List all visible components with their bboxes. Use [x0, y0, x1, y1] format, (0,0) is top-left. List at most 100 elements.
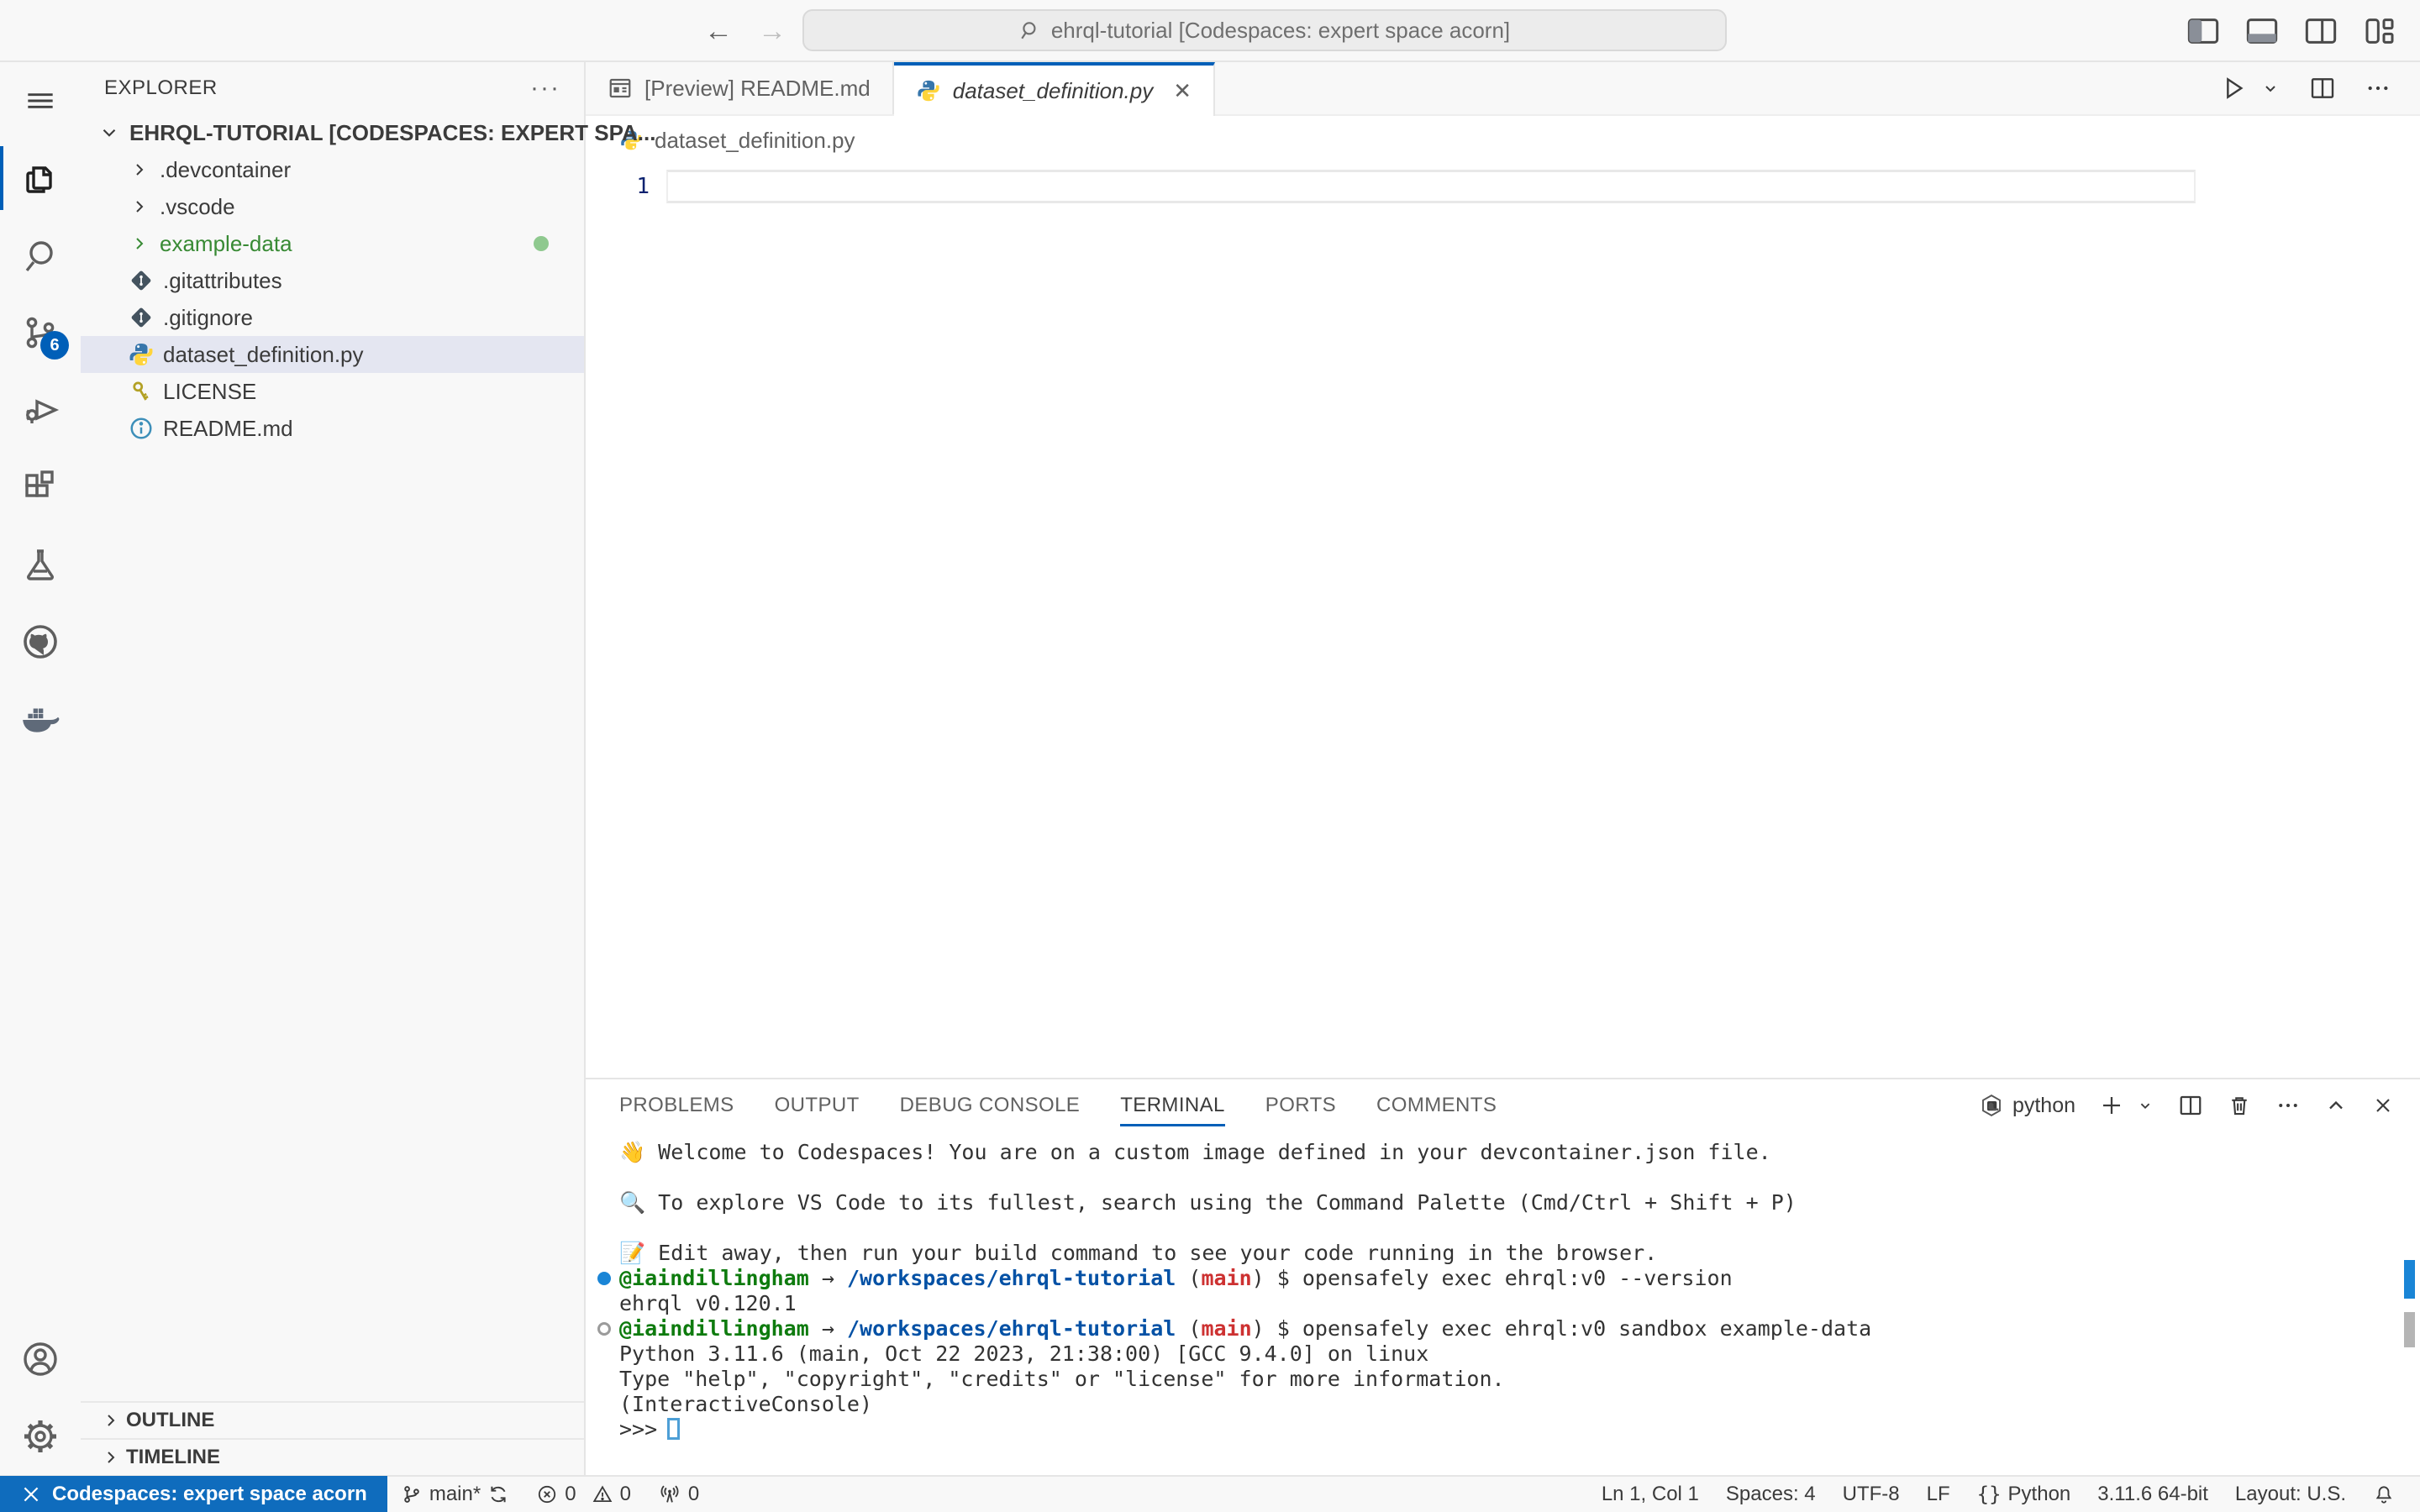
indentation-status[interactable]: Spaces: 4 — [1712, 1476, 1829, 1512]
terminal-dropdown-chevron-icon[interactable] — [2136, 1096, 2154, 1115]
run-file-icon[interactable] — [2220, 75, 2247, 102]
tree-item-devcontainer[interactable]: .devcontainer — [81, 151, 584, 188]
code-editor[interactable]: 1 — [586, 165, 2420, 1078]
radio-tower-icon — [658, 1483, 681, 1506]
history-back-icon[interactable]: ← — [704, 15, 733, 48]
command-running-dot — [597, 1322, 611, 1336]
panel-tab-terminal[interactable]: TERMINAL — [1120, 1079, 1225, 1131]
editor-tabs: [Preview] README.md dataset_definition.p… — [586, 62, 2420, 116]
window-title: ehrql-tutorial [Codespaces: expert space… — [1051, 18, 1510, 44]
editor-more-actions-icon[interactable] — [2365, 75, 2391, 102]
toggle-sidebar-icon[interactable] — [2186, 17, 2220, 45]
search-sidebar-icon[interactable] — [0, 217, 81, 294]
tab-dataset-definition[interactable]: dataset_definition.py ✕ — [894, 62, 1215, 116]
chevron-right-icon — [124, 197, 155, 217]
tree-item-example-data[interactable]: example-data — [81, 225, 584, 262]
terminal-shell-selector[interactable]: $_ python — [1979, 1093, 2075, 1118]
git-branch-status[interactable]: main* — [387, 1476, 523, 1512]
history-forward-icon[interactable]: → — [758, 15, 786, 48]
terminal-command-line: @iaindillingham → /workspaces/ehrql-tuto… — [619, 1266, 2420, 1291]
panel-more-actions-icon[interactable] — [2275, 1093, 2301, 1118]
terminal-line: Python 3.11.6 (main, Oct 22 2023, 21:38:… — [619, 1341, 2420, 1367]
cursor-position-status[interactable]: Ln 1, Col 1 — [1588, 1476, 1712, 1512]
run-dropdown-chevron-icon[interactable] — [2260, 78, 2281, 98]
command-success-dot — [597, 1272, 611, 1285]
menu-icon[interactable] — [0, 62, 81, 139]
branch-icon — [401, 1483, 423, 1505]
warning-icon — [592, 1483, 613, 1505]
terminal-scroll-command-decoration[interactable] — [2404, 1260, 2415, 1299]
tab-readme-preview[interactable]: [Preview] README.md — [586, 62, 894, 114]
toggle-panel-icon[interactable] — [2245, 17, 2279, 45]
breadcrumb[interactable]: dataset_definition.py — [586, 116, 2420, 165]
language-mode-status[interactable]: {} Python — [1964, 1476, 2085, 1512]
toggle-secondary-sidebar-icon[interactable] — [2304, 17, 2338, 45]
terminal-cursor — [667, 1418, 680, 1440]
panel-tab-comments[interactable]: COMMENTS — [1376, 1079, 1497, 1131]
sync-icon — [487, 1483, 509, 1505]
keyboard-layout-status[interactable]: Layout: U.S. — [2222, 1476, 2360, 1512]
notifications-bell[interactable] — [2360, 1476, 2408, 1512]
forwarded-ports-status[interactable]: 0 — [644, 1476, 713, 1512]
chevron-right-icon — [124, 160, 155, 180]
panel-tab-problems[interactable]: PROBLEMS — [619, 1079, 734, 1131]
source-control-icon[interactable]: 6 — [0, 294, 81, 371]
python-file-icon — [916, 78, 941, 103]
tree-item-license[interactable]: LICENSE — [81, 373, 584, 410]
terminal-scrollbar-thumb[interactable] — [2404, 1312, 2415, 1347]
chevron-right-icon — [96, 1447, 126, 1467]
problems-status[interactable]: 0 0 — [523, 1476, 644, 1512]
docker-icon[interactable] — [0, 680, 81, 758]
svg-text:$_: $_ — [1989, 1103, 1998, 1111]
chevron-right-icon — [96, 1410, 126, 1431]
tree-root[interactable]: EHRQL-TUTORIAL [CODESPACES: EXPERT SPA..… — [81, 114, 584, 151]
new-terminal-icon[interactable] — [2099, 1093, 2124, 1118]
tree-item-gitignore[interactable]: .gitignore — [81, 299, 584, 336]
python-interpreter-status[interactable]: 3.11.6 64-bit — [2084, 1476, 2222, 1512]
breadcrumb-filename: dataset_definition.py — [655, 128, 855, 154]
tree-item-readme[interactable]: README.md — [81, 410, 584, 447]
close-panel-icon[interactable] — [2371, 1094, 2395, 1117]
chevron-right-icon — [124, 234, 155, 254]
tree-item-dataset-definition[interactable]: dataset_definition.py — [81, 336, 584, 373]
split-editor-icon[interactable] — [2309, 75, 2336, 102]
command-center[interactable]: ehrql-tutorial [Codespaces: expert space… — [802, 9, 1727, 51]
bell-icon — [2373, 1483, 2395, 1505]
panel-tab-debug-console[interactable]: DEBUG CONSOLE — [900, 1079, 1081, 1131]
current-line-highlight — [666, 170, 2196, 203]
kill-terminal-icon[interactable] — [2227, 1093, 2252, 1118]
activity-bar: 6 — [0, 62, 81, 1475]
settings-gear-icon[interactable] — [0, 1398, 81, 1475]
terminal-line: 📝 Edit away, then run your build command… — [619, 1241, 2420, 1266]
status-bar: Codespaces: expert space acorn main* 0 0 — [0, 1475, 2420, 1512]
maximize-panel-icon[interactable] — [2324, 1094, 2348, 1117]
timeline-section[interactable]: TIMELINE — [81, 1438, 584, 1475]
close-tab-icon[interactable]: ✕ — [1173, 78, 1192, 104]
terminal-output[interactable]: 👋 Welcome to Codespaces! You are on a cu… — [586, 1131, 2420, 1475]
terminal-line: (InteractiveConsole) — [619, 1392, 2420, 1417]
panel-tab-output[interactable]: OUTPUT — [775, 1079, 860, 1131]
test-flask-icon[interactable] — [0, 526, 81, 603]
split-terminal-icon[interactable] — [2178, 1093, 2203, 1118]
vscode-window: ← → ehrql-tutorial [Codespaces: expert s… — [0, 0, 2420, 1512]
line-number: 1 — [586, 174, 650, 199]
customize-layout-icon[interactable] — [2363, 17, 2396, 45]
explorer-more-actions-icon[interactable]: ··· — [530, 74, 560, 102]
extensions-icon[interactable] — [0, 449, 81, 526]
markdown-preview-icon — [608, 76, 633, 101]
panel-tab-ports[interactable]: PORTS — [1265, 1079, 1336, 1131]
terminal-line: 👋 Welcome to Codespaces! You are on a cu… — [619, 1140, 2420, 1165]
tree-item-vscode[interactable]: .vscode — [81, 188, 584, 225]
run-debug-icon[interactable] — [0, 371, 81, 449]
python-file-icon — [124, 341, 158, 368]
accounts-icon[interactable] — [0, 1320, 81, 1398]
encoding-status[interactable]: UTF-8 — [1829, 1476, 1913, 1512]
tree-item-gitattributes[interactable]: .gitattributes — [81, 262, 584, 299]
explorer-icon[interactable] — [0, 139, 81, 217]
remote-indicator[interactable]: Codespaces: expert space acorn — [0, 1476, 387, 1512]
outline-section[interactable]: OUTLINE — [81, 1401, 584, 1438]
terminal-line: ehrql v0.120.1 — [619, 1291, 2420, 1316]
eol-status[interactable]: LF — [1913, 1476, 1964, 1512]
github-icon[interactable] — [0, 603, 81, 680]
terminal-repl-line: >>> — [619, 1417, 2420, 1442]
